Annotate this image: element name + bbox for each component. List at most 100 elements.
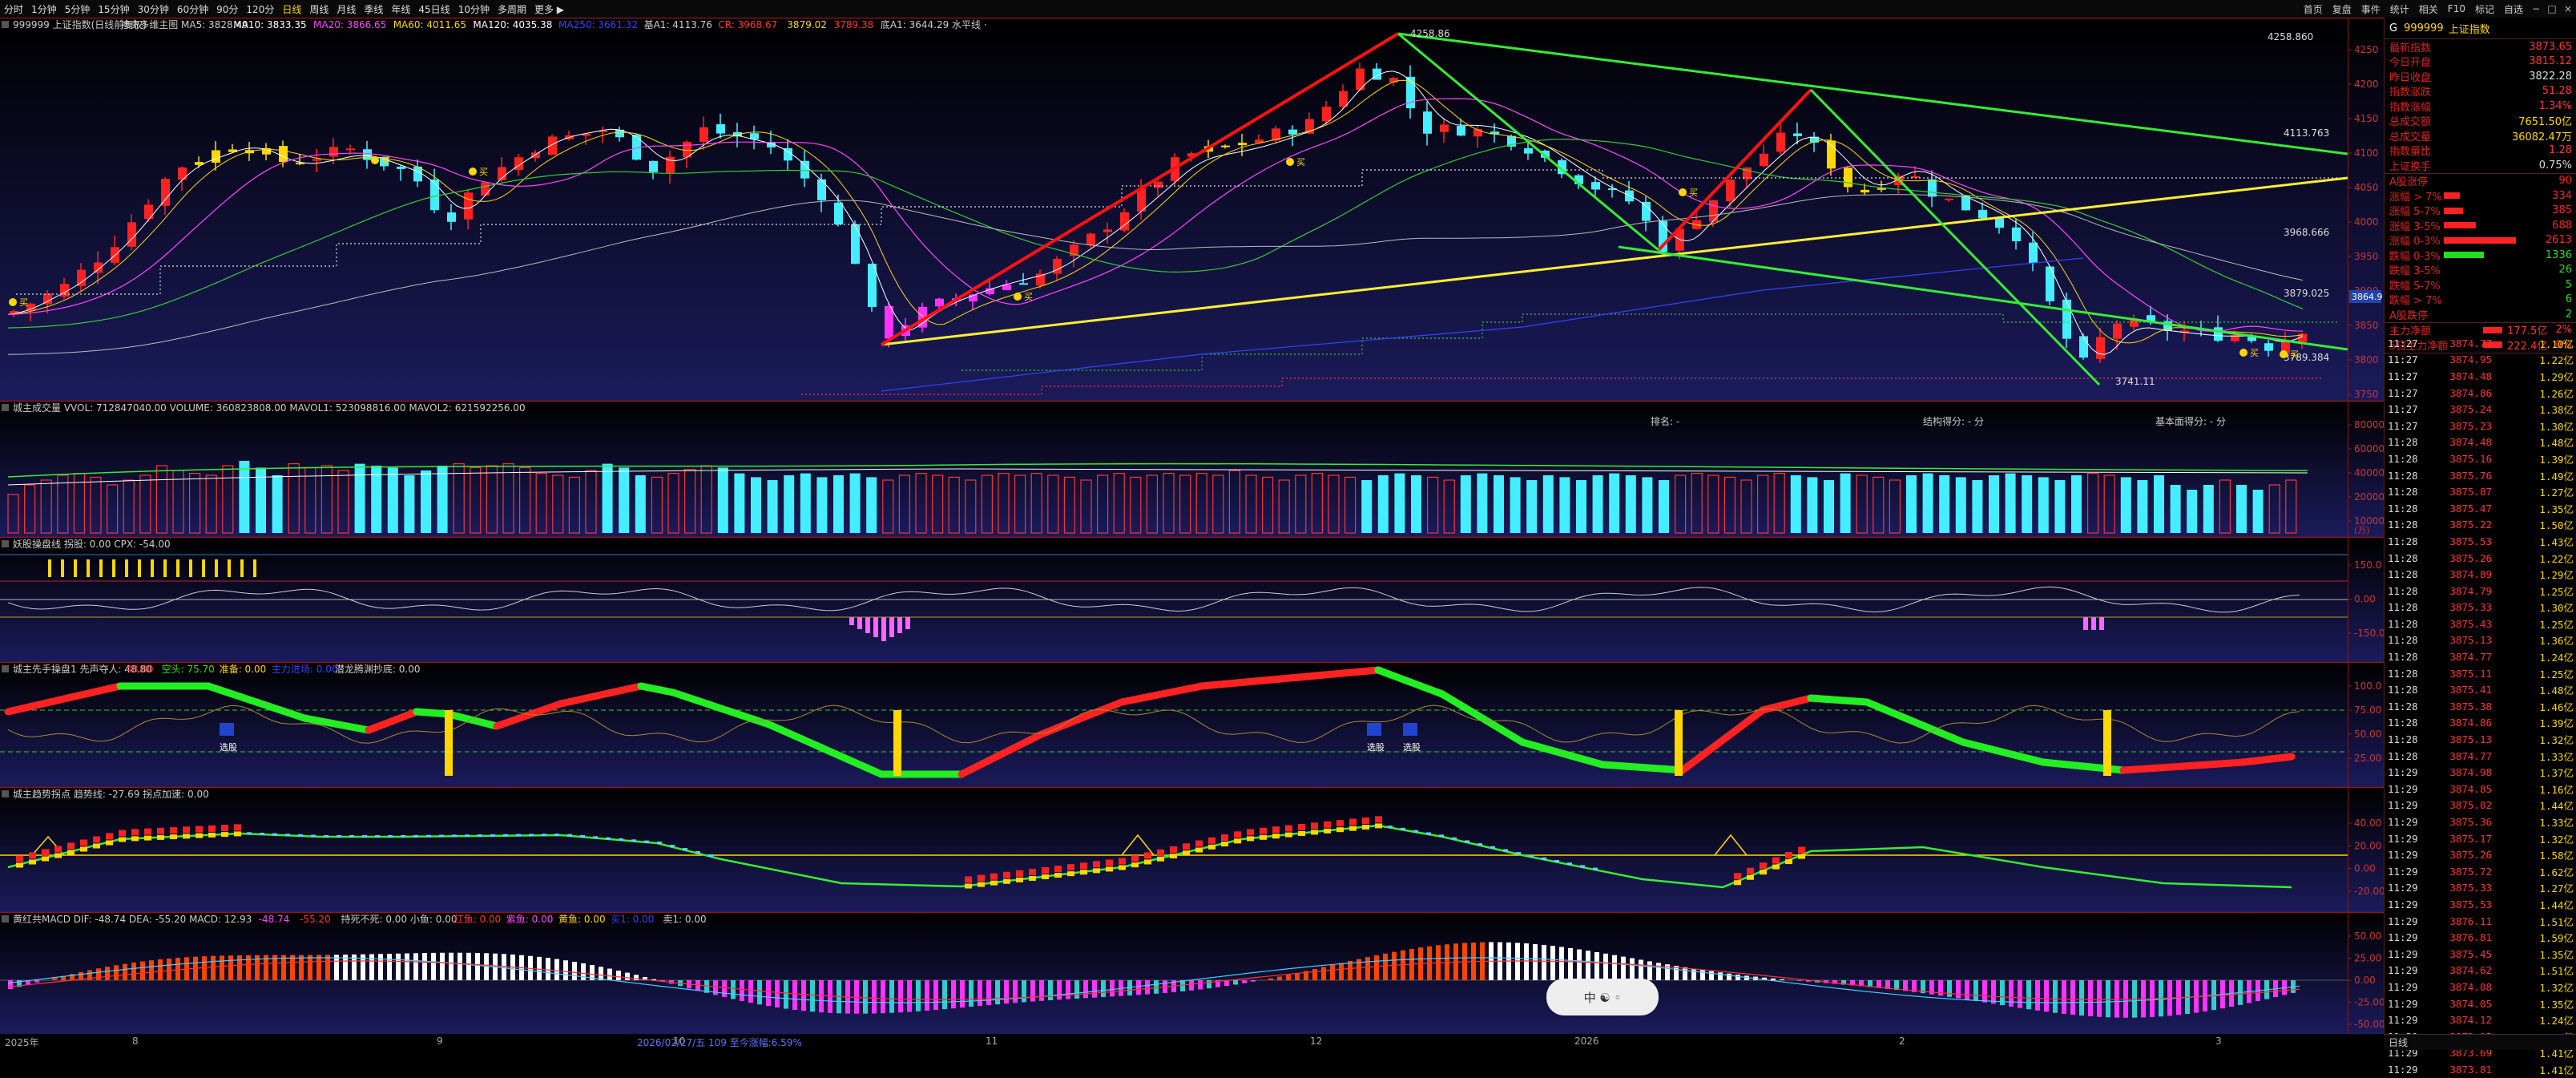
tick-price: 3875.16 <box>2429 453 2492 465</box>
timeframe-tab[interactable]: 10分钟 <box>454 2 494 16</box>
timeframe-tab[interactable]: 15分钟 <box>94 2 133 16</box>
maximize-icon[interactable]: □ <box>2544 3 2560 14</box>
toolbar-button[interactable]: 统计 <box>2385 2 2414 16</box>
tick-row[interactable]: 11:293875.171.32亿 <box>2385 830 2576 847</box>
tick-row[interactable]: 11:293875.361.33亿 <box>2385 814 2576 830</box>
tick-row[interactable]: 11:293876.811.59亿 <box>2385 929 2576 946</box>
ind5-menu-icon[interactable] <box>2 915 9 923</box>
ind4-up-block <box>1195 841 1203 847</box>
timeframe-tab[interactable]: 分时 <box>0 2 27 16</box>
tick-row[interactable]: 11:293875.531.44亿 <box>2385 896 2576 913</box>
tick-row[interactable]: 11:293875.021.44亿 <box>2385 797 2576 814</box>
tick-row[interactable]: 11:283875.431.25亿 <box>2385 616 2576 632</box>
tick-row[interactable]: 11:293875.451.35亿 <box>2385 946 2576 963</box>
tick-row[interactable]: 11:283874.481.48亿 <box>2385 434 2576 451</box>
toolbar-button[interactable]: F10 <box>2443 3 2470 14</box>
timeframe-tab[interactable]: 120分 <box>242 2 278 16</box>
macd-bar <box>1286 975 1291 980</box>
tick-row[interactable]: 11:293874.621.51亿 <box>2385 963 2576 979</box>
tick-row[interactable]: 11:283875.381.46亿 <box>2385 698 2576 715</box>
ind3-select-label: 选股 <box>1367 742 1385 753</box>
tick-row[interactable]: 11:293873.811.41亿 <box>2385 1061 2576 1078</box>
ind4-down-dash <box>375 835 380 838</box>
tick-row[interactable]: 11:273874.951.22亿 <box>2385 352 2576 369</box>
timeframe-tab[interactable]: 1分钟 <box>27 2 61 16</box>
tick-row[interactable]: 11:293874.121.24亿 <box>2385 1011 2576 1028</box>
tick-row[interactable]: 11:283874.791.25亿 <box>2385 583 2576 600</box>
macd-bar <box>942 980 947 1009</box>
tick-row[interactable]: 11:283875.161.39亿 <box>2385 450 2576 467</box>
bottom-tab[interactable]: 日线 <box>2384 1034 2576 1050</box>
tick-list[interactable]: 11:273874.771.10亿11:273874.951.22亿11:273… <box>2385 335 2576 1078</box>
ind3-signal-bar <box>1675 710 1683 776</box>
tick-row[interactable]: 11:283875.531.43亿 <box>2385 533 2576 550</box>
tick-row[interactable]: 11:283875.331.30亿 <box>2385 600 2576 616</box>
tick-row[interactable]: 11:273875.241.38亿 <box>2385 401 2576 418</box>
timeframe-tab[interactable]: 更多 ▶ <box>530 2 568 16</box>
tick-time: 11:29 <box>2388 931 2429 943</box>
tick-row[interactable]: 11:283874.891.29亿 <box>2385 566 2576 583</box>
ind4-up-block <box>131 836 139 841</box>
tick-row[interactable]: 11:283875.761.49亿 <box>2385 467 2576 484</box>
tick-row[interactable]: 11:283875.111.25亿 <box>2385 665 2576 682</box>
tick-row[interactable]: 11:283875.871.27亿 <box>2385 483 2576 500</box>
floating-widget[interactable]: 中 ☯ ◦ <box>1546 979 1659 1015</box>
timeframe-tab[interactable]: 90分 <box>212 2 242 16</box>
minimize-icon[interactable]: − <box>2528 3 2544 14</box>
tick-row[interactable]: 11:293875.721.62亿 <box>2385 863 2576 880</box>
tick-row[interactable]: 11:283875.131.32亿 <box>2385 731 2576 748</box>
timeframe-tab[interactable]: 30分钟 <box>134 2 173 16</box>
tick-amount: 1.30亿 <box>2492 418 2574 434</box>
tick-row[interactable]: 11:283874.771.33亿 <box>2385 748 2576 765</box>
tick-row[interactable]: 11:283875.411.48亿 <box>2385 681 2576 698</box>
ind2-menu-icon[interactable] <box>2 540 9 547</box>
tick-row[interactable]: 11:283875.131.36亿 <box>2385 632 2576 649</box>
tick-row[interactable]: 11:293874.981.37亿 <box>2385 764 2576 781</box>
volume-bar <box>635 475 646 533</box>
toolbar-button[interactable]: 相关 <box>2414 2 2443 16</box>
vol-menu-icon[interactable] <box>2 404 9 411</box>
toolbar-button[interactable]: 标记 <box>2470 2 2499 16</box>
tick-row[interactable]: 11:283875.261.22亿 <box>2385 550 2576 567</box>
timeframe-tab[interactable]: 5分钟 <box>61 2 95 16</box>
timeframe-tab[interactable]: 日线 <box>278 2 305 16</box>
timeframe-tab[interactable]: 年线 <box>387 2 414 16</box>
tick-row[interactable]: 11:283874.771.24亿 <box>2385 648 2576 665</box>
macd-bar <box>810 980 815 1011</box>
ind4-up-block <box>221 825 228 831</box>
tick-row[interactable]: 11:293874.081.32亿 <box>2385 979 2576 995</box>
tick-row[interactable]: 11:293874.851.16亿 <box>2385 781 2576 797</box>
macd-bar <box>599 967 603 980</box>
toolbar-button[interactable]: 首页 <box>2299 2 2328 16</box>
timeframe-tab[interactable]: 月线 <box>333 2 360 16</box>
tick-row[interactable]: 11:273874.481.29亿 <box>2385 368 2576 385</box>
tick-row[interactable]: 11:283875.221.50亿 <box>2385 517 2576 534</box>
timeframe-tab[interactable]: 季线 <box>360 2 387 16</box>
toolbar-button[interactable]: 事件 <box>2356 2 2385 16</box>
tick-row[interactable]: 11:293875.331.27亿 <box>2385 880 2576 897</box>
timeframe-tab[interactable]: 多周期 <box>494 2 530 16</box>
ind4-up-block <box>29 860 36 865</box>
ind3-menu-icon[interactable] <box>2 665 9 672</box>
main-panel-bg <box>0 18 2384 401</box>
tick-row[interactable]: 11:283874.861.39亿 <box>2385 715 2576 732</box>
timeframe-tab[interactable]: 周线 <box>305 2 333 16</box>
ind4-menu-icon[interactable] <box>2 790 9 797</box>
ind4-up-block <box>1760 862 1767 869</box>
toolbar-button[interactable]: 自选 <box>2499 2 2528 16</box>
tick-row[interactable]: 11:293876.111.51亿 <box>2385 913 2576 930</box>
ind2-ytick-label: 150.0 <box>2354 559 2381 571</box>
close-icon[interactable]: × <box>2560 3 2576 14</box>
tick-row[interactable]: 11:283875.471.35亿 <box>2385 500 2576 517</box>
timeframe-tab[interactable]: 60分钟 <box>173 2 212 16</box>
tick-row[interactable]: 11:293875.261.58亿 <box>2385 846 2576 863</box>
chart-area[interactable]: 999999 上证指数(日线前复权)神奇多维主图 MA5: 3828.49MA1… <box>0 18 2384 1034</box>
tick-price: 3875.53 <box>2429 535 2492 547</box>
tick-row[interactable]: 11:273874.861.26亿 <box>2385 385 2576 402</box>
tick-row[interactable]: 11:273875.231.30亿 <box>2385 418 2576 434</box>
main-menu-icon[interactable] <box>2 21 9 28</box>
tick-row[interactable]: 11:273874.771.10亿 <box>2385 335 2576 352</box>
timeframe-tab[interactable]: 45日线 <box>414 2 454 16</box>
tick-row[interactable]: 11:293874.051.35亿 <box>2385 995 2576 1012</box>
toolbar-button[interactable]: 复盘 <box>2328 2 2356 16</box>
